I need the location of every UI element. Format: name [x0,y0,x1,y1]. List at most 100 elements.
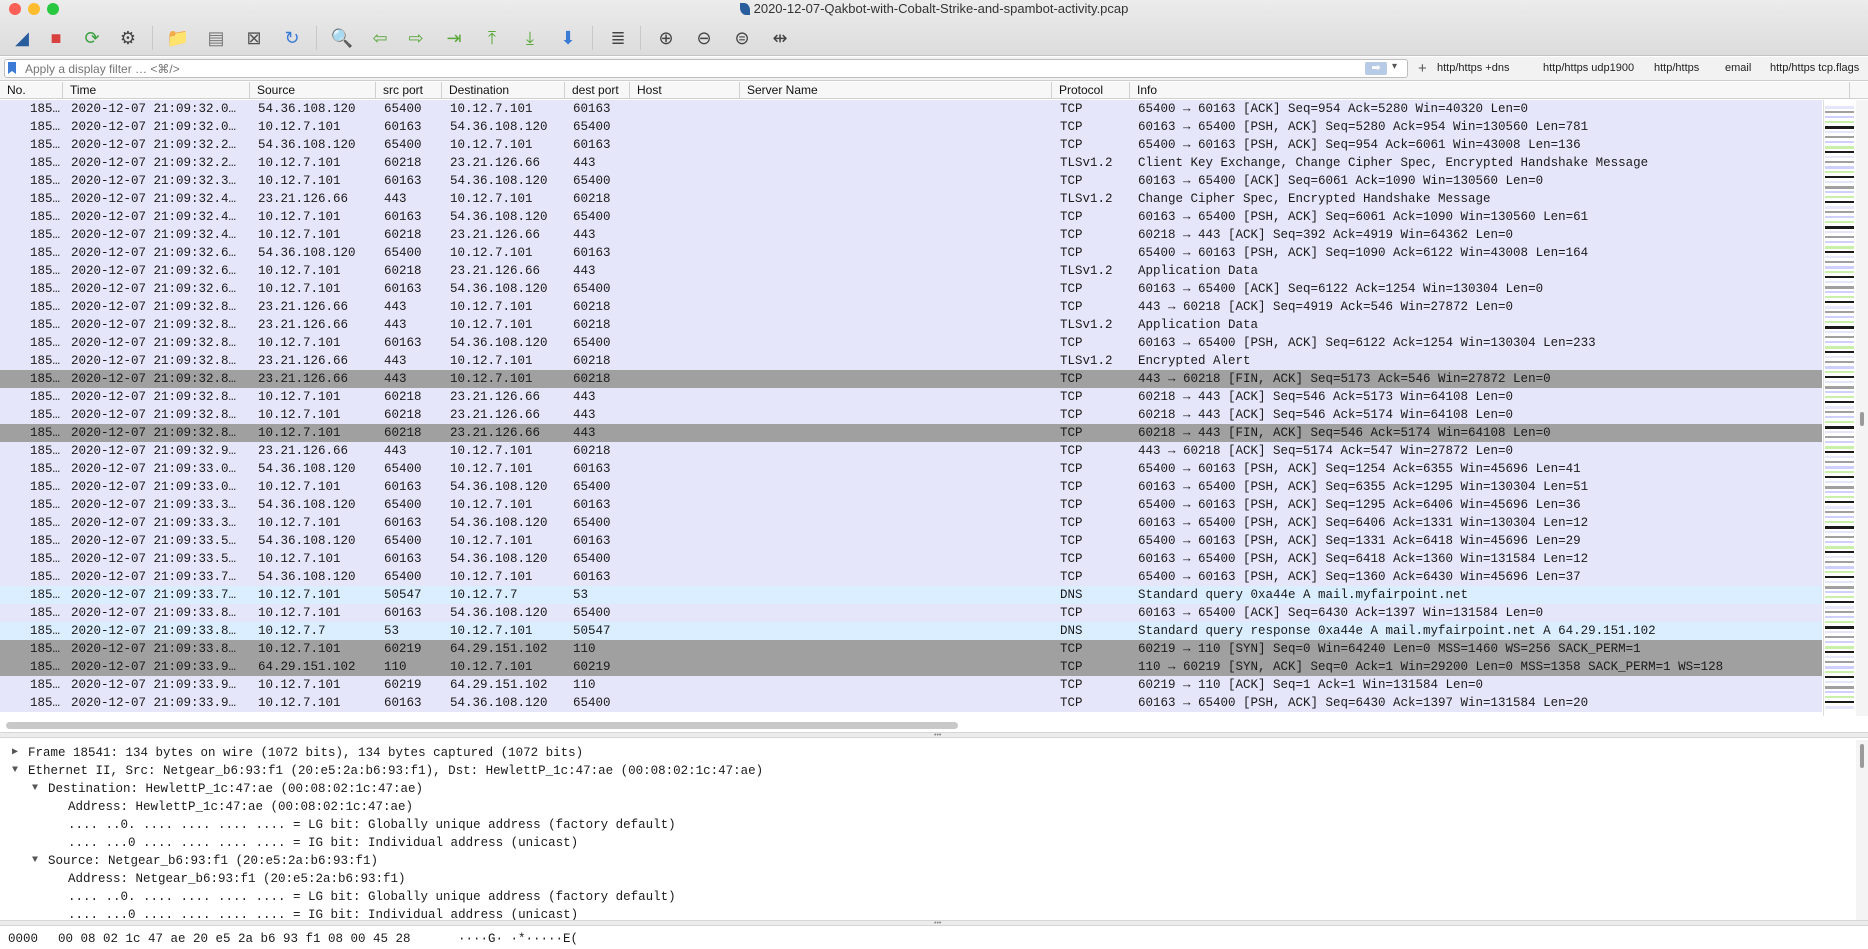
save-file-icon[interactable]: ▤ [202,24,230,52]
find-packet-icon[interactable]: 🔍 [328,24,356,52]
column-header-no[interactable]: No. [0,82,63,99]
table-row[interactable]: 185… 2020-12-07 21:09:32.8… 23.21.126.66 44… [0,352,1822,370]
packet-list-horizontal-scrollbar[interactable] [6,722,958,729]
go-to-packet-icon[interactable]: ⇥ [440,24,468,52]
go-forward-icon[interactable]: ⇨ [402,24,430,52]
table-row[interactable]: 185… 2020-12-07 21:09:32.6… 54.36.108.120 6… [0,244,1822,262]
expanded-caret-icon[interactable]: ▼ [12,762,18,780]
table-row[interactable]: 185… 2020-12-07 21:09:32.8… 10.12.7.101 602… [0,388,1822,406]
filter-button[interactable]: http/https +dns [1437,62,1509,74]
table-row[interactable]: 185… 2020-12-07 21:09:32.8… 10.12.7.101 602… [0,406,1822,424]
table-row[interactable]: 185… 2020-12-07 21:09:32.0… 10.12.7.101 601… [0,118,1822,136]
table-row[interactable]: 185… 2020-12-07 21:09:32.0… 54.36.108.120 6… [0,100,1822,118]
display-filter-input[interactable] [4,59,1408,78]
zoom-reset-icon[interactable]: ⊜ [728,24,756,52]
table-row[interactable]: 185… 2020-12-07 21:09:32.4… 23.21.126.66 44… [0,190,1822,208]
detail-tree-item[interactable]: Address: HewlettP_1c:47:ae (00:08:02:1c:… [0,798,1850,816]
table-row[interactable]: 185… 2020-12-07 21:09:33.7… 54.36.108.120 6… [0,568,1822,586]
table-row[interactable]: 185… 2020-12-07 21:09:32.8… 10.12.7.101 601… [0,334,1822,352]
hex-dump-row[interactable]: 0000 00 08 02 1c 47 ae 20 e5 2a b6 93 f1 … [0,930,1868,948]
open-file-icon[interactable]: 📁 [164,24,192,52]
table-row[interactable]: 185… 2020-12-07 21:09:33.9… 10.12.7.101 602… [0,676,1822,694]
cell-info: Standard query response 0xa44e A mail.my… [1138,624,1656,638]
table-row[interactable]: 185… 2020-12-07 21:09:33.9… 64.29.151.102 1… [0,658,1822,676]
table-row[interactable]: 185… 2020-12-07 21:09:33.5… 54.36.108.120 6… [0,532,1822,550]
cell-dest-port: 60163 [573,138,611,152]
column-header-server-name[interactable]: Server Name [740,82,1052,99]
filter-history-chevron-down-icon[interactable]: ▾ [1392,61,1397,72]
table-row[interactable]: 185… 2020-12-07 21:09:32.8… 23.21.126.66 44… [0,370,1822,388]
expanded-caret-icon[interactable]: ▼ [32,852,38,870]
stop-capture-icon[interactable]: ■ [42,24,70,52]
table-row[interactable]: 185… 2020-12-07 21:09:32.9… 23.21.126.66 44… [0,442,1822,460]
table-row[interactable]: 185… 2020-12-07 21:09:32.6… 10.12.7.101 601… [0,280,1822,298]
table-row[interactable]: 185… 2020-12-07 21:09:32.6… 10.12.7.101 602… [0,262,1822,280]
colorize-icon[interactable]: ≣ [604,24,632,52]
zoom-out-icon[interactable]: ⊖ [690,24,718,52]
table-row[interactable]: 185… 2020-12-07 21:09:32.8… 23.21.126.66 44… [0,316,1822,334]
table-row[interactable]: 185… 2020-12-07 21:09:33.5… 10.12.7.101 601… [0,550,1822,568]
toolbar-separator [316,26,317,50]
table-row[interactable]: 185… 2020-12-07 21:09:32.4… 10.12.7.101 602… [0,226,1822,244]
table-row[interactable]: 185… 2020-12-07 21:09:33.7… 10.12.7.101 505… [0,586,1822,604]
table-row[interactable]: 185… 2020-12-07 21:09:33.8… 10.12.7.7 53 10.… [0,622,1822,640]
table-row[interactable]: 185… 2020-12-07 21:09:32.4… 10.12.7.101 601… [0,208,1822,226]
detail-tree-item[interactable]: .... ..0. .... .... .... .... = LG bit: … [0,816,1850,834]
detail-tree-item[interactable]: ▼ Source: Netgear_b6:93:f1 (20:e5:2a:b6:9… [0,852,1850,870]
detail-tree-item[interactable]: .... ...0 .... .... .... .... = IG bit: … [0,834,1850,852]
column-header-time[interactable]: Time [63,82,250,99]
start-capture-icon[interactable]: ◢ [8,24,36,52]
packet-list-scroll-thumb[interactable] [1860,412,1864,426]
details-scroll-thumb[interactable] [1860,744,1864,768]
last-packet-icon[interactable]: ⤓ [516,24,544,52]
minimap-stripe [1825,331,1854,333]
capture-options-icon[interactable]: ⚙ [114,24,142,52]
auto-scroll-icon[interactable]: ⬇ [554,24,582,52]
restart-capture-icon[interactable]: ⟳ [78,24,106,52]
apply-filter-arrow-icon[interactable]: ➡ [1365,62,1387,75]
detail-tree-item[interactable]: ▼ Ethernet II, Src: Netgear_b6:93:f1 (20:… [0,762,1850,780]
column-header-src-port[interactable]: src port [376,82,442,99]
column-header-protocol[interactable]: Protocol [1052,82,1130,99]
cell-source: 10.12.7.101 [258,606,341,620]
pane-splitter-bottom[interactable]: ••• [0,920,1868,927]
column-header-info[interactable]: Info [1130,82,1850,99]
packet-minimap[interactable] [1823,100,1854,716]
table-row[interactable]: 185… 2020-12-07 21:09:33.8… 10.12.7.101 601… [0,604,1822,622]
table-row[interactable]: 185… 2020-12-07 21:09:33.0… 10.12.7.101 601… [0,478,1822,496]
table-row[interactable]: 185… 2020-12-07 21:09:33.8… 10.12.7.101 602… [0,640,1822,658]
table-row[interactable]: 185… 2020-12-07 21:09:33.3… 10.12.7.101 601… [0,514,1822,532]
table-row[interactable]: 185… 2020-12-07 21:09:32.8… 10.12.7.101 602… [0,424,1822,442]
column-header-dest-port[interactable]: dest port [565,82,630,99]
reload-file-icon[interactable]: ↻ [278,24,306,52]
packet-list-vertical-scrollbar[interactable] [1856,100,1868,716]
collapsed-caret-icon[interactable]: ▶ [12,744,18,762]
table-row[interactable]: 185… 2020-12-07 21:09:32.3… 10.12.7.101 601… [0,172,1822,190]
table-row[interactable]: 185… 2020-12-07 21:09:33.9… 10.12.7.101 601… [0,694,1822,712]
detail-tree-item[interactable]: ▶ Frame 18541: 134 bytes on wire (1072 bi… [0,744,1850,762]
table-row[interactable]: 185… 2020-12-07 21:09:33.0… 54.36.108.120 6… [0,460,1822,478]
column-header-source[interactable]: Source [250,82,376,99]
close-file-icon[interactable]: ⊠ [240,24,268,52]
detail-tree-item[interactable]: .... ..0. .... .... .... .... = LG bit: … [0,888,1850,906]
table-row[interactable]: 185… 2020-12-07 21:09:32.2… 54.36.108.120 6… [0,136,1822,154]
expanded-caret-icon[interactable]: ▼ [32,780,38,798]
table-row[interactable]: 185… 2020-12-07 21:09:32.8… 23.21.126.66 44… [0,298,1822,316]
column-header-host[interactable]: Host [630,82,740,99]
pane-splitter-top[interactable]: ••• [0,732,1868,739]
filter-button[interactable]: email [1725,62,1751,74]
column-header-destination[interactable]: Destination [442,82,565,99]
filter-button[interactable]: http/https udp1900 [1543,62,1634,74]
go-back-icon[interactable]: ⇦ [366,24,394,52]
zoom-in-icon[interactable]: ⊕ [652,24,680,52]
table-row[interactable]: 185… 2020-12-07 21:09:33.3… 54.36.108.120 6… [0,496,1822,514]
detail-tree-item[interactable]: ▼ Destination: HewlettP_1c:47:ae (00:08:0… [0,780,1850,798]
cell-dest-port: 60218 [573,318,611,332]
filter-button[interactable]: http/https tcp.flags [1770,62,1859,74]
resize-columns-icon[interactable]: ⇹ [766,24,794,52]
filter-button[interactable]: http/https [1654,62,1699,74]
first-packet-icon[interactable]: ⤒ [478,24,506,52]
add-filter-button-plus-icon[interactable]: + [1418,60,1427,77]
detail-tree-item[interactable]: Address: Netgear_b6:93:f1 (20:e5:2a:b6:9… [0,870,1850,888]
table-row[interactable]: 185… 2020-12-07 21:09:32.2… 10.12.7.101 602… [0,154,1822,172]
